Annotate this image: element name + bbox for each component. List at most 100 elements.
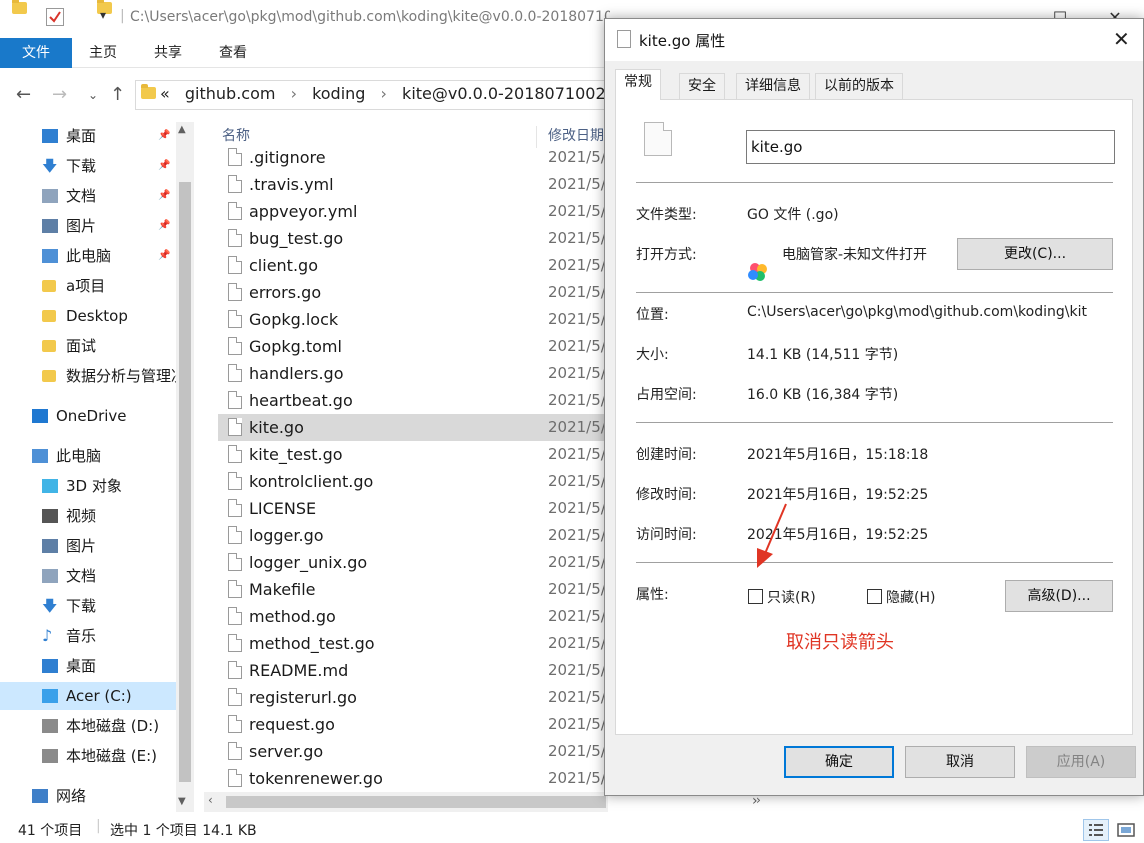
file-row[interactable]: kontrolclient.go 2021/5/: [218, 468, 608, 495]
nav-item[interactable]: 文档: [0, 562, 176, 590]
breadcrumb-overflow[interactable]: «: [160, 84, 170, 103]
file-row[interactable]: README.md 2021/5/: [218, 657, 608, 684]
breadcrumb-github[interactable]: github.com: [185, 84, 276, 103]
file-row[interactable]: heartbeat.go 2021/5/: [218, 387, 608, 414]
file-name-field[interactable]: [746, 130, 1115, 164]
file-row[interactable]: client.go 2021/5/: [218, 252, 608, 279]
file-row[interactable]: handlers.go 2021/5/: [218, 360, 608, 387]
large-icons-view-icon[interactable]: [1113, 819, 1139, 841]
nav-item[interactable]: 此电脑 📌: [0, 242, 176, 270]
nav-item[interactable]: 桌面: [0, 652, 176, 680]
tab-details[interactable]: 详细信息: [736, 73, 810, 99]
folder-icon: [42, 370, 56, 382]
ribbon-tab-home[interactable]: 主页: [80, 38, 126, 68]
file-row[interactable]: errors.go 2021/5/: [218, 279, 608, 306]
file-row[interactable]: logger.go 2021/5/: [218, 522, 608, 549]
file-row[interactable]: tokenrenewer.go 2021/5/: [218, 765, 608, 792]
window-title-path: C:\Users\acer\go\pkg\mod\github.com\kodi…: [130, 9, 610, 25]
details-view-icon[interactable]: [1083, 819, 1109, 841]
forward-arrow-icon[interactable]: →: [52, 84, 67, 105]
file-row[interactable]: server.go 2021/5/: [218, 738, 608, 765]
readonly-label[interactable]: 只读(R): [767, 587, 816, 607]
apply-button[interactable]: 应用(A): [1026, 746, 1136, 778]
nav-item[interactable]: 本地磁盘 (E:): [0, 742, 176, 770]
pin-icon[interactable]: 📌: [158, 122, 170, 150]
nav-item[interactable]: 面试: [0, 332, 176, 360]
file-row[interactable]: logger_unix.go 2021/5/: [218, 549, 608, 576]
cancel-button[interactable]: 取消: [905, 746, 1015, 778]
up-arrow-icon[interactable]: ↑: [110, 84, 125, 105]
back-arrow-icon[interactable]: ←: [16, 84, 31, 105]
file-name: LICENSE: [249, 499, 317, 518]
breadcrumb-koding[interactable]: koding: [312, 84, 365, 103]
file-row[interactable]: .gitignore 2021/5/: [218, 144, 608, 171]
file-row[interactable]: kite.go 2021/5/: [218, 414, 608, 441]
nav-item[interactable]: 🡇 下载 📌: [0, 152, 176, 180]
nav-item[interactable]: 本地磁盘 (D:): [0, 712, 176, 740]
ribbon-tab-share[interactable]: 共享: [145, 38, 191, 68]
file-name: handlers.go: [249, 364, 344, 383]
scroll-left-icon[interactable]: ‹: [208, 793, 213, 807]
tab-previous-versions[interactable]: 以前的版本: [815, 73, 903, 99]
readonly-checkbox[interactable]: [748, 589, 763, 604]
nav-item[interactable]: 图片: [0, 532, 176, 560]
scroll-down-icon[interactable]: ▼: [178, 796, 186, 807]
file-row[interactable]: registerurl.go 2021/5/: [218, 684, 608, 711]
file-row[interactable]: request.go 2021/5/: [218, 711, 608, 738]
file-name: README.md: [249, 661, 349, 680]
file-date: 2021/5/: [548, 499, 606, 517]
scrollbar-thumb[interactable]: [179, 182, 191, 782]
pin-icon[interactable]: 📌: [158, 242, 170, 270]
file-row[interactable]: .travis.yml 2021/5/: [218, 171, 608, 198]
file-row[interactable]: bug_test.go 2021/5/: [218, 225, 608, 252]
file-row[interactable]: Gopkg.lock 2021/5/: [218, 306, 608, 333]
file-row[interactable]: Gopkg.toml 2021/5/: [218, 333, 608, 360]
change-button[interactable]: 更改(C)...: [957, 238, 1113, 270]
advanced-button[interactable]: 高级(D)...: [1005, 580, 1113, 612]
file-date: 2021/5/: [548, 148, 606, 166]
pin-icon[interactable]: 📌: [158, 212, 170, 240]
nav-item[interactable]: ♪ 音乐: [0, 622, 176, 650]
nav-item[interactable]: a项目: [0, 272, 176, 300]
nav-item[interactable]: 🡇 下载: [0, 592, 176, 620]
properties-check-icon[interactable]: [46, 8, 64, 26]
nav-item[interactable]: 桌面 📌: [0, 122, 176, 150]
nav-pane-scrollbar[interactable]: ▲ ▼: [176, 122, 194, 812]
file-row[interactable]: method.go 2021/5/: [218, 603, 608, 630]
tab-general[interactable]: 常规: [615, 69, 661, 100]
tab-security[interactable]: 安全: [679, 73, 725, 99]
nav-item[interactable]: 图片 📌: [0, 212, 176, 240]
nav-item[interactable]: 数据分析与管理决: [0, 362, 176, 390]
ribbon-tab-file[interactable]: 文件: [0, 38, 72, 68]
ok-button[interactable]: 确定: [784, 746, 894, 778]
nav-item[interactable]: Desktop: [0, 302, 176, 330]
scroll-up-icon[interactable]: ▲: [178, 124, 186, 135]
quick-access-dropdown-icon[interactable]: ▾: [100, 8, 116, 24]
file-list: 名称 ⌃ 修改日期 .gitignore 2021/5/.travis.yml 20…: [204, 122, 608, 792]
file-row[interactable]: kite_test.go 2021/5/: [218, 441, 608, 468]
file-list-horizontal-scrollbar[interactable]: ‹ ›: [204, 792, 761, 812]
ribbon-tab-view[interactable]: 查看: [210, 38, 256, 68]
pin-icon[interactable]: 📌: [158, 182, 170, 210]
nav-item[interactable]: 视频: [0, 502, 176, 530]
scrollbar-thumb[interactable]: [226, 796, 606, 808]
file-row[interactable]: appveyor.yml 2021/5/: [218, 198, 608, 225]
drive-icon: [42, 749, 58, 763]
recent-locations-chevron-icon[interactable]: ⌄: [88, 88, 98, 102]
file-icon: [228, 634, 242, 652]
file-type-icon: [644, 122, 672, 156]
hidden-label[interactable]: 隐藏(H): [886, 587, 935, 607]
file-row[interactable]: method_test.go 2021/5/: [218, 630, 608, 657]
nav-item[interactable]: 此电脑: [0, 442, 176, 470]
nav-item[interactable]: 文档 📌: [0, 182, 176, 210]
nav-item[interactable]: 3D 对象: [0, 472, 176, 500]
file-row[interactable]: LICENSE 2021/5/: [218, 495, 608, 522]
nav-item[interactable]: OneDrive: [0, 402, 176, 430]
file-icon: [228, 526, 242, 544]
pin-icon[interactable]: 📌: [158, 152, 170, 180]
dialog-close-icon[interactable]: ✕: [1113, 27, 1130, 51]
file-row[interactable]: Makefile 2021/5/: [218, 576, 608, 603]
nav-item[interactable]: 网络: [0, 782, 176, 810]
nav-item[interactable]: Acer (C:): [0, 682, 176, 710]
hidden-checkbox[interactable]: [867, 589, 882, 604]
